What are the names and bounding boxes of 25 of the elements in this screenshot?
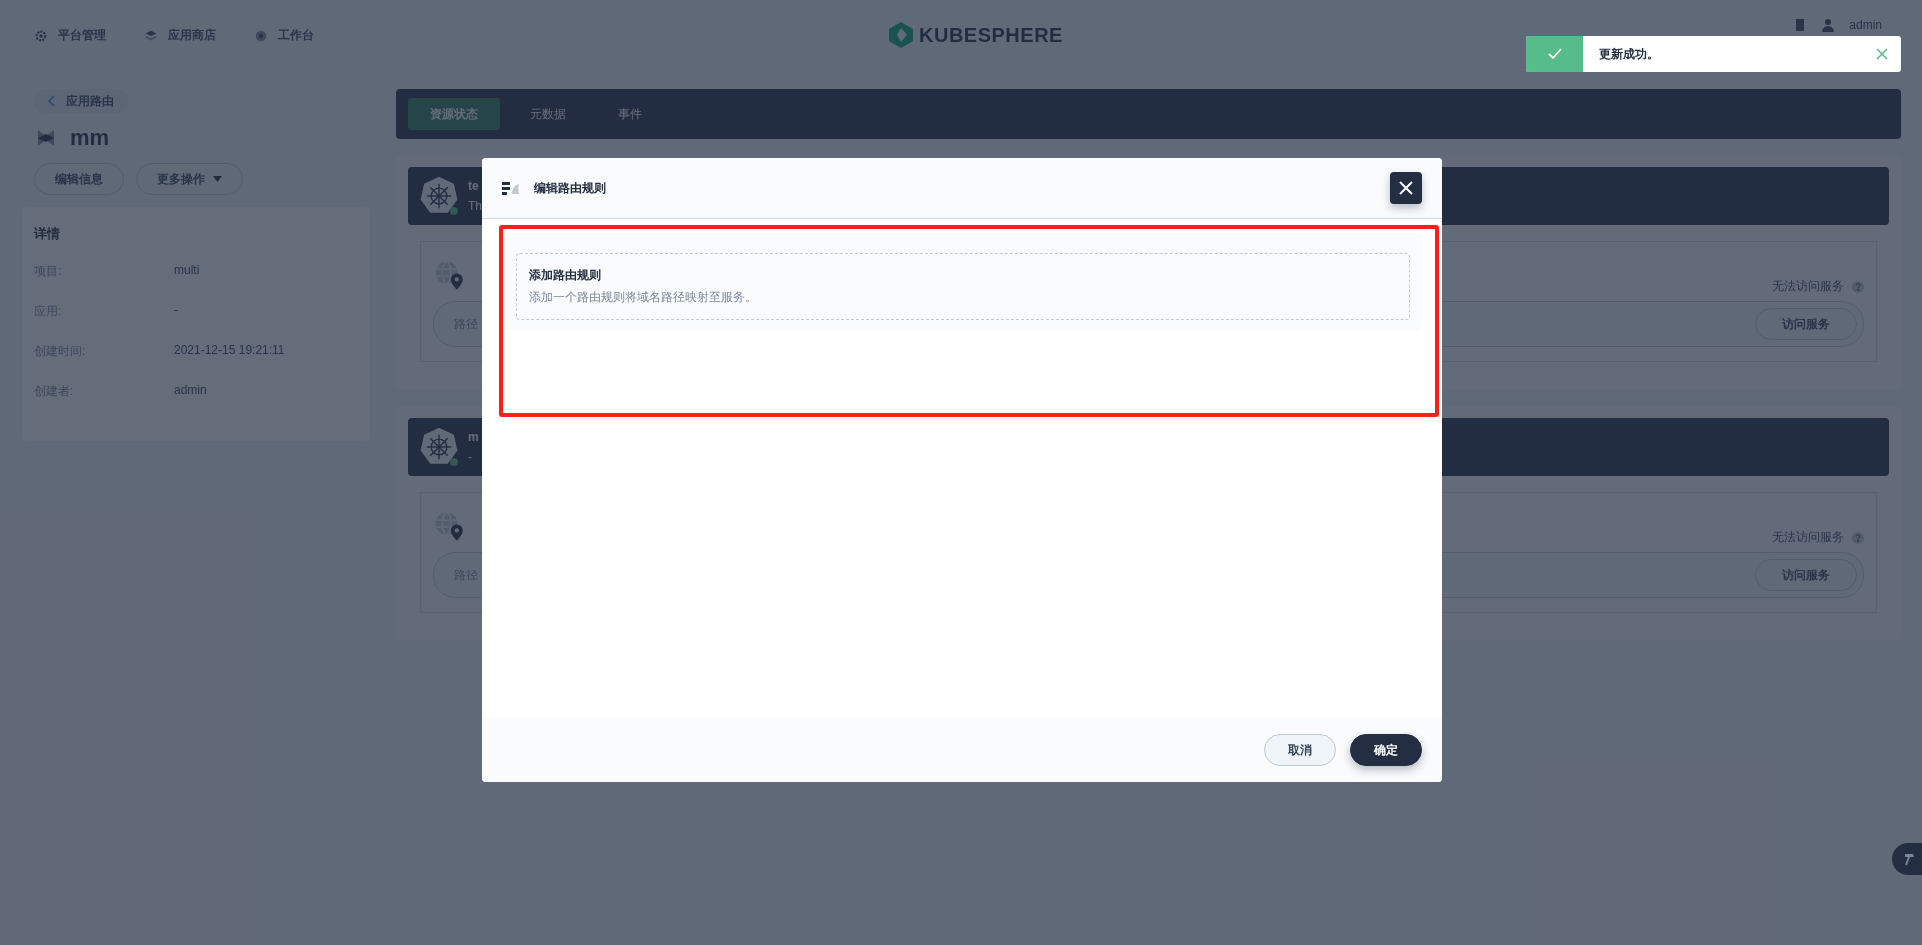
detail-value: multi	[174, 263, 201, 279]
close-icon[interactable]	[1875, 47, 1889, 61]
detail-value: 2021-12-15 19:21:11	[174, 343, 286, 359]
close-icon	[1399, 181, 1413, 195]
cancel-button[interactable]: 取消	[1264, 734, 1336, 766]
rule-description: Th	[468, 199, 482, 213]
detail-value: -	[174, 303, 179, 319]
hammer-icon	[1902, 852, 1916, 866]
rule-description: -	[468, 450, 473, 464]
route-rules-icon	[502, 181, 520, 195]
toast-message: 更新成功。	[1598, 45, 1660, 63]
dialog-title: 编辑路由规则	[534, 179, 607, 197]
confirm-button[interactable]: 确定	[1350, 734, 1422, 766]
route-name: mm	[70, 125, 110, 151]
check-icon	[1547, 48, 1562, 60]
detail-value: admin	[174, 383, 208, 399]
rule-name: te	[468, 179, 480, 193]
add-rule-title: 添加路由规则	[529, 267, 602, 284]
close-button[interactable]	[1390, 172, 1422, 204]
logo-text: KUBESPHERE	[919, 23, 1063, 47]
toolbox-button[interactable]	[1892, 843, 1922, 875]
rule-name: m	[468, 430, 479, 444]
details-title: 详情	[34, 225, 61, 243]
add-rule-description: 添加一个路由规则将域名路径映射至服务。	[529, 289, 758, 306]
add-rule-card[interactable]: 添加路由规则 添加一个路由规则将域名路径映射至服务。	[516, 253, 1410, 320]
